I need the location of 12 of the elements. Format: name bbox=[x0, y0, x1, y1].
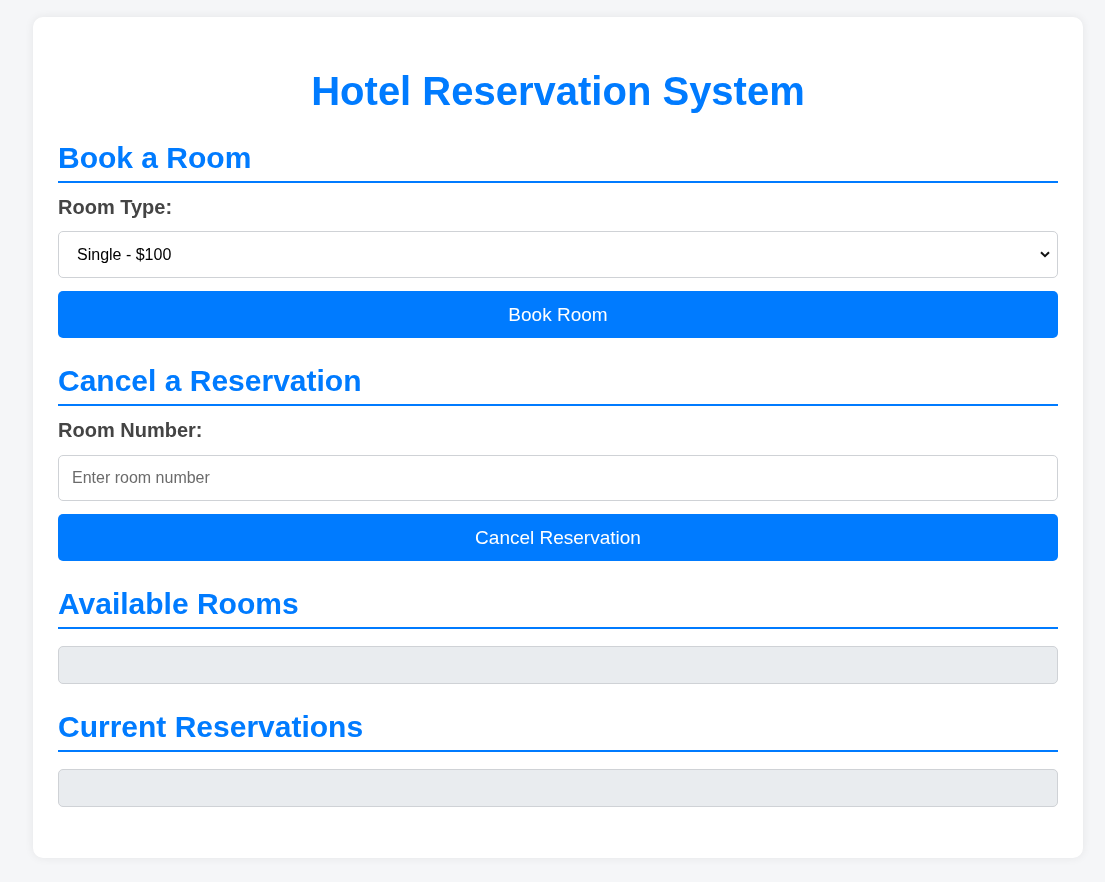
page-title: Hotel Reservation System bbox=[311, 68, 805, 114]
chevron-down-icon bbox=[1040, 251, 1050, 258]
submit-button[interactable]: Cancel Reservation bbox=[58, 514, 1058, 561]
field-label: Room Number: bbox=[58, 419, 203, 442]
select-field[interactable]: Single - $100 bbox=[58, 231, 1058, 278]
field-label: Room Type: bbox=[58, 196, 173, 219]
section-heading: Current Reservations bbox=[58, 710, 364, 744]
section-heading: Book a Room bbox=[58, 141, 252, 175]
section-heading: Cancel a Reservation bbox=[58, 364, 362, 398]
input-field[interactable]: Enter room number bbox=[58, 455, 1058, 501]
section-heading: Available Rooms bbox=[58, 587, 299, 621]
submit-button[interactable]: Book Room bbox=[58, 291, 1058, 338]
